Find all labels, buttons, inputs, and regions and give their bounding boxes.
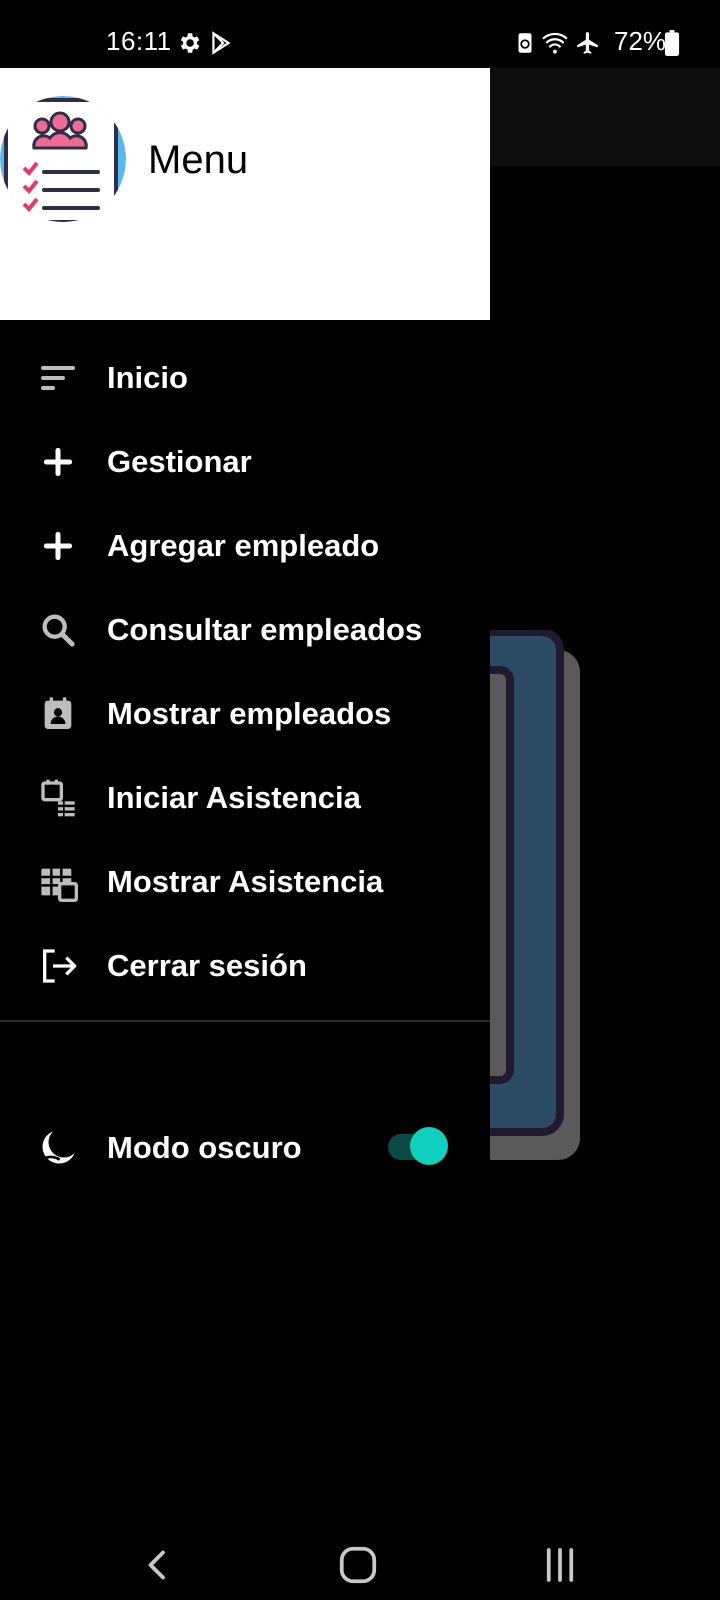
drawer-divider bbox=[0, 1020, 490, 1022]
wifi-icon bbox=[540, 30, 572, 56]
toggle-thumb bbox=[410, 1127, 448, 1165]
back-icon[interactable] bbox=[128, 1540, 188, 1590]
menu-item-consultar-empleados[interactable]: Consultar empleados bbox=[0, 588, 490, 672]
sort-lines-icon bbox=[38, 358, 78, 398]
navigation-bar bbox=[0, 1528, 720, 1600]
calendar-grid-icon bbox=[38, 862, 78, 902]
menu-label: Gestionar bbox=[107, 444, 252, 479]
status-bar: 16:11 72% bbox=[0, 0, 720, 68]
menu-label: Mostrar empleados bbox=[107, 696, 392, 731]
drawer-title: Menu bbox=[148, 138, 249, 182]
menu-item-mostrar-asistencia[interactable]: Mostrar Asistencia bbox=[0, 840, 490, 924]
menu-label: Mostrar Asistencia bbox=[107, 864, 384, 899]
settings-icon bbox=[176, 30, 202, 56]
battery-percent: 72% bbox=[614, 26, 667, 56]
menu-label: Inicio bbox=[107, 360, 188, 395]
dark-mode-row[interactable]: Modo oscuro bbox=[0, 1108, 490, 1188]
menu-label: Consultar empleados bbox=[107, 612, 423, 647]
menu-item-inicio[interactable]: Inicio bbox=[0, 336, 490, 420]
status-time: 16:11 bbox=[106, 26, 172, 56]
play-store-icon bbox=[208, 30, 234, 56]
menu-label: Iniciar Asistencia bbox=[107, 780, 361, 815]
menu-item-cerrar-sesion[interactable]: Cerrar sesión bbox=[0, 924, 490, 1008]
dark-mode-label: Modo oscuro bbox=[107, 1130, 302, 1165]
menu-item-agregar-empleado[interactable]: Agregar empleado bbox=[0, 504, 490, 588]
plus-icon bbox=[38, 526, 78, 566]
logout-icon bbox=[38, 946, 78, 986]
menu-item-iniciar-asistencia[interactable]: Iniciar Asistencia bbox=[0, 756, 490, 840]
airplane-icon bbox=[574, 30, 604, 56]
battery-icon bbox=[664, 30, 680, 56]
search-icon bbox=[38, 610, 78, 650]
plus-icon bbox=[38, 442, 78, 482]
battery-saver-icon bbox=[512, 30, 538, 56]
menu-list: Inicio Gestionar Agregar empleado Consul… bbox=[0, 336, 490, 1008]
checklist-calendar-icon bbox=[38, 778, 78, 818]
moon-icon bbox=[38, 1128, 78, 1168]
dark-mode-toggle[interactable] bbox=[388, 1127, 448, 1165]
menu-item-mostrar-empleados[interactable]: Mostrar empleados bbox=[0, 672, 490, 756]
menu-label: Cerrar sesión bbox=[107, 948, 307, 983]
menu-item-gestionar[interactable]: Gestionar bbox=[0, 420, 490, 504]
navigation-drawer: Menu Inicio Gestionar Agregar empleado C… bbox=[0, 68, 490, 1528]
drawer-header: Menu bbox=[0, 68, 490, 320]
home-icon[interactable] bbox=[328, 1540, 388, 1590]
contact-calendar-icon bbox=[38, 694, 78, 734]
menu-label: Agregar empleado bbox=[107, 528, 380, 563]
employee-list-logo bbox=[0, 96, 126, 222]
recents-icon[interactable] bbox=[530, 1540, 590, 1590]
